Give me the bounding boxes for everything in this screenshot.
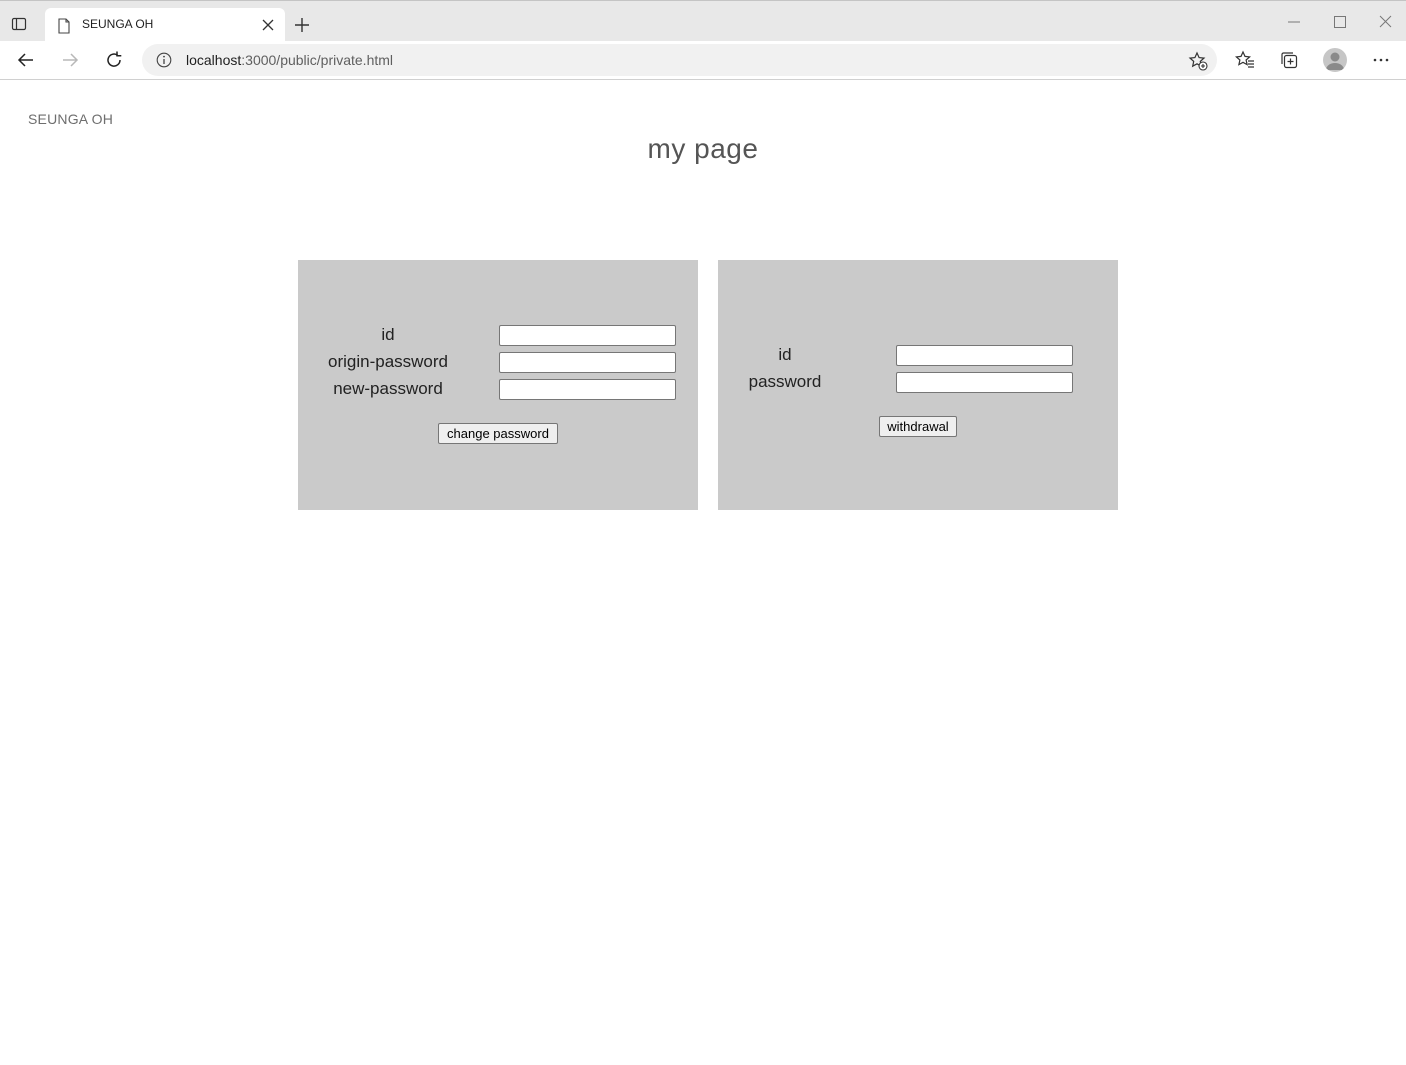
maximize-icon[interactable] [1334,16,1346,28]
close-icon[interactable] [1379,15,1392,28]
refresh-icon[interactable] [104,50,124,70]
browser-tab[interactable]: SEUNGA OH [45,8,285,42]
withdrawal-panel: id password withdrawal [718,260,1118,510]
back-arrow-icon[interactable] [16,50,36,70]
avatar [1326,52,1344,70]
id-input[interactable] [499,325,676,346]
id-label: id [778,345,792,364]
new-password-label: new-password [333,379,443,398]
add-favorite-icon[interactable] [1188,51,1208,71]
password-input[interactable] [896,372,1073,393]
close-icon[interactable] [262,19,274,31]
new-password-input[interactable] [499,379,676,400]
profile-icon[interactable] [1323,48,1347,72]
origin-password-input[interactable] [499,352,676,373]
address-bar[interactable]: localhost:3000/public/private.html [142,44,1217,76]
withdrawal-button[interactable]: withdrawal [879,416,957,437]
more-icon[interactable] [1371,50,1391,70]
origin-password-label: origin-password [328,352,448,371]
favorites-icon[interactable] [1235,50,1255,70]
info-icon[interactable] [156,52,172,68]
plus-icon[interactable] [294,17,310,33]
url-host: localhost [186,52,242,68]
collections-icon[interactable] [1279,50,1299,70]
browser-toolbar: localhost:3000/public/private.html [0,41,1406,80]
page-title: my page [647,133,759,164]
url-text[interactable]: localhost:3000/public/private.html [186,52,393,68]
site-name[interactable]: SEUNGA OH [28,111,113,127]
tab-actions-icon[interactable] [11,16,27,32]
id-label: id [381,325,395,344]
minimize-icon[interactable] [1288,21,1300,23]
page-icon [58,18,70,34]
change-password-panel: id origin-password new-password change p… [298,260,698,510]
tab-title: SEUNGA OH [82,17,154,31]
change-password-button[interactable]: change password [438,423,558,444]
id-input[interactable] [896,345,1073,366]
forward-arrow-icon[interactable] [60,50,80,70]
url-path: :3000/public/private.html [241,52,394,68]
password-label: password [748,372,822,391]
tab-bar: SEUNGA OH [0,0,1406,42]
